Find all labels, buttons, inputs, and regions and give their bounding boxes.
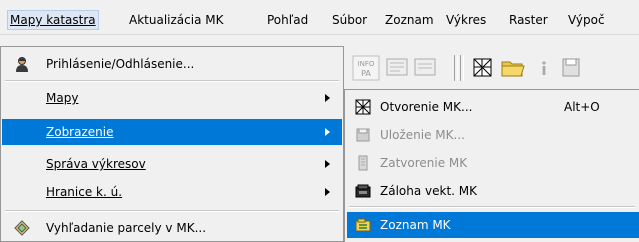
submenu-item-zaloha-vekt-mk[interactable]: Záloha vekt. MK bbox=[347, 178, 639, 204]
toolbar: INFO PA bbox=[344, 49, 639, 89]
menu-vykres[interactable]: Výkres bbox=[444, 11, 488, 29]
map-open-icon bbox=[355, 99, 371, 115]
list-maps-icon bbox=[355, 218, 371, 232]
submenu-item-label: Otvorenie MK... bbox=[380, 100, 473, 114]
info-icon bbox=[542, 61, 546, 75]
toolbar-separator bbox=[460, 55, 464, 81]
dropdown-item-label: Zobrazenie bbox=[46, 125, 114, 139]
km-button[interactable] bbox=[385, 55, 409, 81]
submenu-arrow-icon bbox=[325, 128, 330, 136]
save-icon bbox=[562, 58, 580, 77]
info-pa-icon: INFO PA bbox=[352, 55, 380, 81]
submenu-item-label: Uloženie MK... bbox=[380, 128, 465, 142]
mapy-katastra-dropdown: Prihlásenie/Odhlásenie... Mapy Zobrazeni… bbox=[0, 46, 344, 242]
mug-icon bbox=[414, 58, 436, 76]
menu-mapy-katastra[interactable]: Mapy katastra bbox=[7, 10, 99, 30]
submenu-arrow-icon bbox=[325, 94, 330, 102]
dropdown-separator bbox=[5, 210, 339, 212]
dropdown-item-zobrazenie[interactable]: Zobrazenie bbox=[2, 119, 342, 145]
dropdown-item-label: Hranice k. ú. bbox=[46, 185, 123, 199]
dropdown-item-hranice[interactable]: Hranice k. ú. bbox=[2, 179, 342, 205]
menu-vypocet[interactable]: Výpoč bbox=[566, 11, 607, 29]
map-grid-button[interactable] bbox=[472, 55, 494, 81]
submenu-item-zoznam-mk[interactable]: Zoznam MK bbox=[347, 212, 639, 238]
menu-mapy-katastra-label: Mapy katastra bbox=[10, 13, 96, 27]
menu-subor[interactable]: Súbor bbox=[330, 11, 369, 29]
toolbar-separator bbox=[454, 55, 458, 81]
dropdown-item-label: Vyhľadanie parcely v MK... bbox=[46, 221, 207, 235]
zobrazenie-submenu: Otvorenie MK... Alt+O Uloženie MK... Zat… bbox=[344, 89, 639, 242]
svg-text:PA: PA bbox=[361, 69, 371, 78]
info-button[interactable] bbox=[534, 55, 554, 81]
menu-zoznam[interactable]: Zoznam bbox=[383, 11, 436, 29]
menu-aktualizacia-mk[interactable]: Aktualizácia MK bbox=[127, 11, 225, 29]
save-icon bbox=[356, 128, 370, 142]
shortcut-label: Alt+O bbox=[564, 100, 600, 114]
dropdown-item-label: Mapy bbox=[46, 91, 79, 105]
submenu-separator bbox=[349, 206, 635, 208]
dropdown-item-label: Správa výkresov bbox=[46, 157, 146, 171]
submenu-item-ulozenie-mk: Uloženie MK... bbox=[347, 122, 639, 148]
folder-icon bbox=[501, 61, 525, 77]
mug-button[interactable] bbox=[413, 55, 437, 81]
dropdown-item-label: Prihlásenie/Odhlásenie... bbox=[46, 57, 195, 71]
user-login-icon bbox=[16, 57, 28, 72]
km-icon bbox=[386, 58, 408, 76]
parcel-search-icon bbox=[14, 220, 30, 236]
map-grid-icon bbox=[473, 58, 492, 77]
submenu-arrow-icon bbox=[325, 160, 330, 168]
submenu-arrow-icon bbox=[325, 188, 330, 196]
dropdown-separator bbox=[5, 80, 339, 82]
backup-icon bbox=[355, 184, 371, 198]
submenu-item-label: Zatvorenie MK bbox=[380, 156, 468, 170]
dropdown-item-prihlasenie[interactable]: Prihlásenie/Odhlásenie... bbox=[2, 51, 342, 77]
save-button[interactable] bbox=[560, 55, 582, 81]
dropdown-item-vyhladanie-parcely[interactable]: Vyhľadanie parcely v MK... bbox=[2, 215, 342, 241]
close-map-icon bbox=[358, 155, 368, 171]
submenu-item-label: Záloha vekt. MK bbox=[380, 184, 478, 198]
dropdown-item-sprava-vykresov[interactable]: Správa výkresov bbox=[2, 151, 342, 177]
menu-bar: Mapy katastra Aktualizácia MK Pohľad Súb… bbox=[0, 0, 639, 35]
submenu-item-zatvorenie-mk: Zatvorenie MK bbox=[347, 150, 639, 176]
submenu-item-otvorenie-mk[interactable]: Otvorenie MK... Alt+O bbox=[347, 94, 639, 120]
open-folder-button[interactable] bbox=[500, 55, 526, 81]
menu-pohlad[interactable]: Pohľad bbox=[265, 11, 310, 29]
menu-raster[interactable]: Raster bbox=[507, 11, 550, 29]
svg-text:INFO: INFO bbox=[358, 60, 375, 68]
dropdown-item-mapy[interactable]: Mapy bbox=[2, 85, 342, 111]
submenu-item-label: Zoznam MK bbox=[380, 218, 451, 232]
info-pa-button[interactable]: INFO PA bbox=[352, 55, 380, 81]
